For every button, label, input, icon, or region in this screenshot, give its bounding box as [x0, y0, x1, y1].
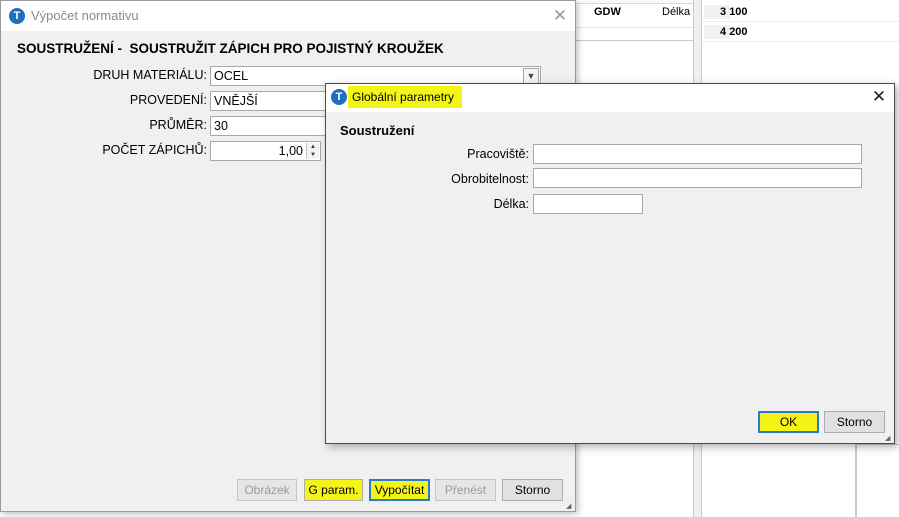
row-index: 4 [720, 26, 727, 38]
pocet-stepper[interactable]: 1,00 ▲ ▼ [210, 141, 321, 161]
calc-window-titlebar[interactable]: T Výpočet normativu ✕ [1, 1, 575, 31]
background-table: GDW Délka [576, 0, 693, 28]
obrobitelnost-field[interactable] [533, 168, 862, 188]
row-value: 100 [729, 6, 748, 18]
divider [576, 40, 693, 41]
section-title: Soustružení [340, 123, 415, 138]
spin-down-icon[interactable]: ▼ [307, 151, 319, 159]
delka-label: Délka: [493, 197, 529, 211]
storno-button[interactable]: Storno [502, 479, 563, 501]
page-title: SOUSTRUŽENÍ - SOUSTRUŽIT ZÁPICH PRO POJI… [17, 41, 444, 56]
table-cell-code[interactable]: GDW [594, 6, 621, 18]
pocet-label: POČET ZÁPICHŮ: [102, 143, 207, 157]
prenest-button[interactable]: Přenést [435, 479, 496, 501]
app-logo-icon: T [9, 8, 25, 24]
prumer-value: 30 [214, 119, 228, 133]
obrobitelnost-label: Obrobitelnost: [451, 172, 529, 186]
obrazek-button[interactable]: Obrázek [237, 479, 297, 501]
table-cell-length[interactable]: Délka [662, 6, 690, 18]
delka-field[interactable] [533, 194, 643, 214]
spin-buttons[interactable]: ▲ ▼ [306, 143, 319, 159]
divider [856, 444, 899, 445]
chevron-down-icon[interactable]: ▼ [523, 68, 539, 84]
params-dialog-title: Globální parametry [348, 86, 463, 108]
pocet-value: 1,00 [278, 144, 303, 158]
spin-up-icon[interactable]: ▲ [307, 143, 319, 151]
resize-grip-icon[interactable]: ◢ [566, 502, 574, 510]
app-logo-icon: T [331, 89, 347, 105]
provedeni-combobox[interactable]: VNĚJŠÍ [210, 91, 330, 111]
list-item[interactable]: 4 200 [702, 23, 899, 42]
list-item[interactable]: 3 100 [702, 3, 899, 22]
table-header-strip [576, 0, 693, 4]
pracoviste-field[interactable] [533, 144, 862, 164]
params-dialog-close-button[interactable]: ✕ [864, 85, 894, 109]
calc-window-close-button[interactable]: ✕ [545, 4, 575, 28]
ok-button[interactable]: OK [758, 411, 819, 433]
vypocitat-button[interactable]: Vypočítat [369, 479, 430, 501]
material-label: DRUH MATERIÁLU: [93, 68, 207, 82]
row-value: 200 [729, 26, 748, 38]
prumer-field[interactable]: 30 [210, 116, 330, 136]
provedeni-label: PROVEDENÍ: [129, 93, 207, 107]
g-param-button[interactable]: G param. [304, 479, 363, 501]
material-value: OCEL [214, 69, 249, 83]
resize-grip-icon[interactable]: ◢ [885, 434, 893, 442]
global-params-dialog: T Globální parametry ✕ Soustružení Praco… [325, 83, 895, 444]
prumer-label: PRŮMĚR: [149, 118, 207, 132]
storno-button[interactable]: Storno [824, 411, 885, 433]
provedeni-value: VNĚJŠÍ [214, 94, 258, 108]
params-dialog-titlebar[interactable]: T Globální parametry ✕ [326, 84, 894, 112]
row-index: 3 [720, 6, 727, 18]
column-divider [855, 440, 857, 517]
calc-window-title: Výpočet normativu [31, 8, 139, 23]
pracoviste-label: Pracoviště: [467, 147, 529, 161]
